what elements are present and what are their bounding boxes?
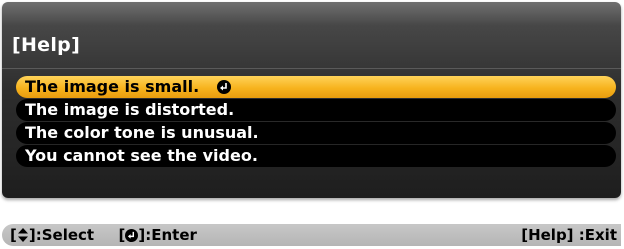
projector-help-screen: [Help] The image is small. The image is … <box>0 0 624 249</box>
help-topic-list: The image is small. The image is distort… <box>16 76 616 168</box>
help-menu-panel: [Help] The image is small. The image is … <box>2 2 621 198</box>
help-topic-label: You cannot see the video. <box>25 146 258 165</box>
exit-hint: [Help] :Exit <box>521 226 617 244</box>
enter-bracket-open: [ <box>118 226 126 244</box>
panel-title: [Help] <box>12 34 81 56</box>
enter-icon <box>125 229 139 242</box>
key-guide-bar: [ ]:Select [ ]:Enter [Help] :Exit <box>2 224 621 246</box>
key-guide-left: [ ]:Select [ ]:Enter <box>10 224 197 246</box>
title-divider <box>2 68 621 69</box>
help-topic-label: The image is distorted. <box>25 100 235 119</box>
help-topic-color-tone[interactable]: The color tone is unusual. <box>16 122 616 144</box>
help-topic-image-distorted[interactable]: The image is distorted. <box>16 99 616 121</box>
select-bracket-open: [ <box>10 226 17 244</box>
help-topic-image-small[interactable]: The image is small. <box>16 76 616 98</box>
enter-icon <box>216 80 231 94</box>
select-hint: ]:Select <box>28 226 95 244</box>
help-topic-label: The image is small. <box>25 77 200 96</box>
enter-hint: ]:Enter <box>138 226 197 244</box>
up-down-arrow-icon <box>17 226 29 242</box>
help-topic-label: The color tone is unusual. <box>25 123 259 142</box>
help-topic-no-video[interactable]: You cannot see the video. <box>16 145 616 167</box>
